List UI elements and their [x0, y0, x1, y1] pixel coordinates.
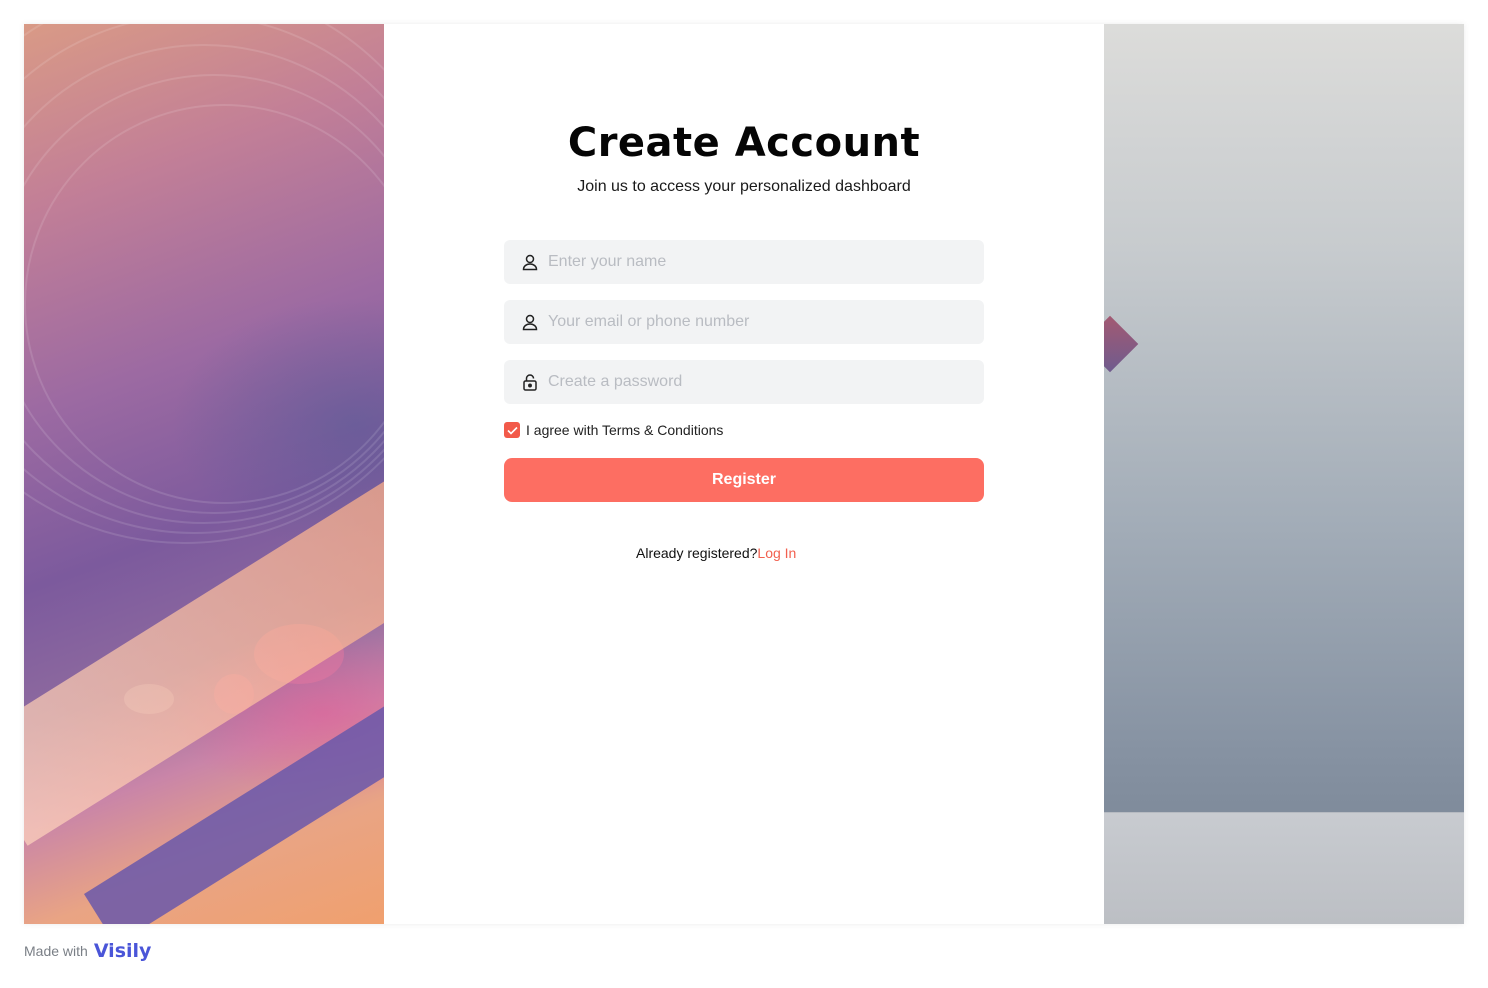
terms-checkbox[interactable]	[504, 422, 520, 438]
name-field[interactable]	[504, 240, 984, 284]
terms-label: I agree with Terms & Conditions	[526, 422, 724, 438]
name-input[interactable]	[548, 240, 984, 284]
login-link[interactable]: Log In	[757, 545, 796, 561]
page-title: Create Account	[567, 120, 921, 166]
brand-logo: Visily	[93, 940, 152, 962]
register-panel: Create Account Join us to access your pe…	[384, 24, 1104, 924]
login-prompt: Already registered?Log In	[636, 545, 796, 561]
user-icon	[520, 312, 540, 332]
terms-agreement[interactable]: I agree with Terms & Conditions	[504, 422, 723, 438]
already-registered-text: Already registered?	[636, 545, 758, 561]
right-decorative-image	[1104, 24, 1464, 924]
email-input[interactable]	[548, 300, 984, 344]
auth-frame: Create Account Join us to access your pe…	[24, 24, 1464, 924]
made-with-footer[interactable]: Made with Visily	[24, 940, 151, 962]
email-field[interactable]	[504, 300, 984, 344]
check-icon	[506, 426, 518, 435]
user-icon	[520, 252, 540, 272]
left-abstract-image	[24, 24, 384, 924]
lock-icon	[520, 372, 540, 392]
made-with-text: Made with	[24, 943, 88, 959]
password-input[interactable]	[548, 360, 984, 404]
register-button[interactable]: Register	[504, 458, 984, 502]
page-subtitle: Join us to access your personalized dash…	[577, 178, 911, 195]
password-field[interactable]	[504, 360, 984, 404]
